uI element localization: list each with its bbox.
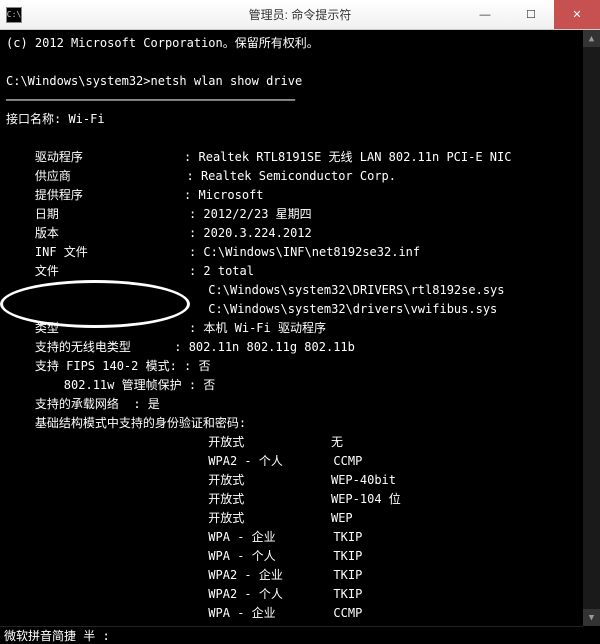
cmd-icon: C:\ [6, 7, 22, 23]
titlebar[interactable]: C:\ 管理员: 命令提示符 — ☐ ✕ [0, 0, 600, 30]
ime-status-text: 微软拼音简捷 半 : [4, 627, 110, 644]
scrollbar[interactable]: ▲ ▼ [583, 30, 600, 626]
close-button[interactable]: ✕ [554, 0, 600, 29]
scroll-up-icon[interactable]: ▲ [583, 30, 600, 47]
window-controls: — ☐ ✕ [462, 0, 600, 29]
maximize-button[interactable]: ☐ [508, 0, 554, 29]
window-title: 管理员: 命令提示符 [249, 6, 352, 23]
scroll-down-icon[interactable]: ▼ [583, 609, 600, 626]
minimize-button[interactable]: — [462, 0, 508, 29]
console-output[interactable]: (c) 2012 Microsoft Corporation。保留所有权利。 C… [0, 30, 600, 626]
ime-status-bar: 微软拼音简捷 半 : [0, 626, 583, 644]
